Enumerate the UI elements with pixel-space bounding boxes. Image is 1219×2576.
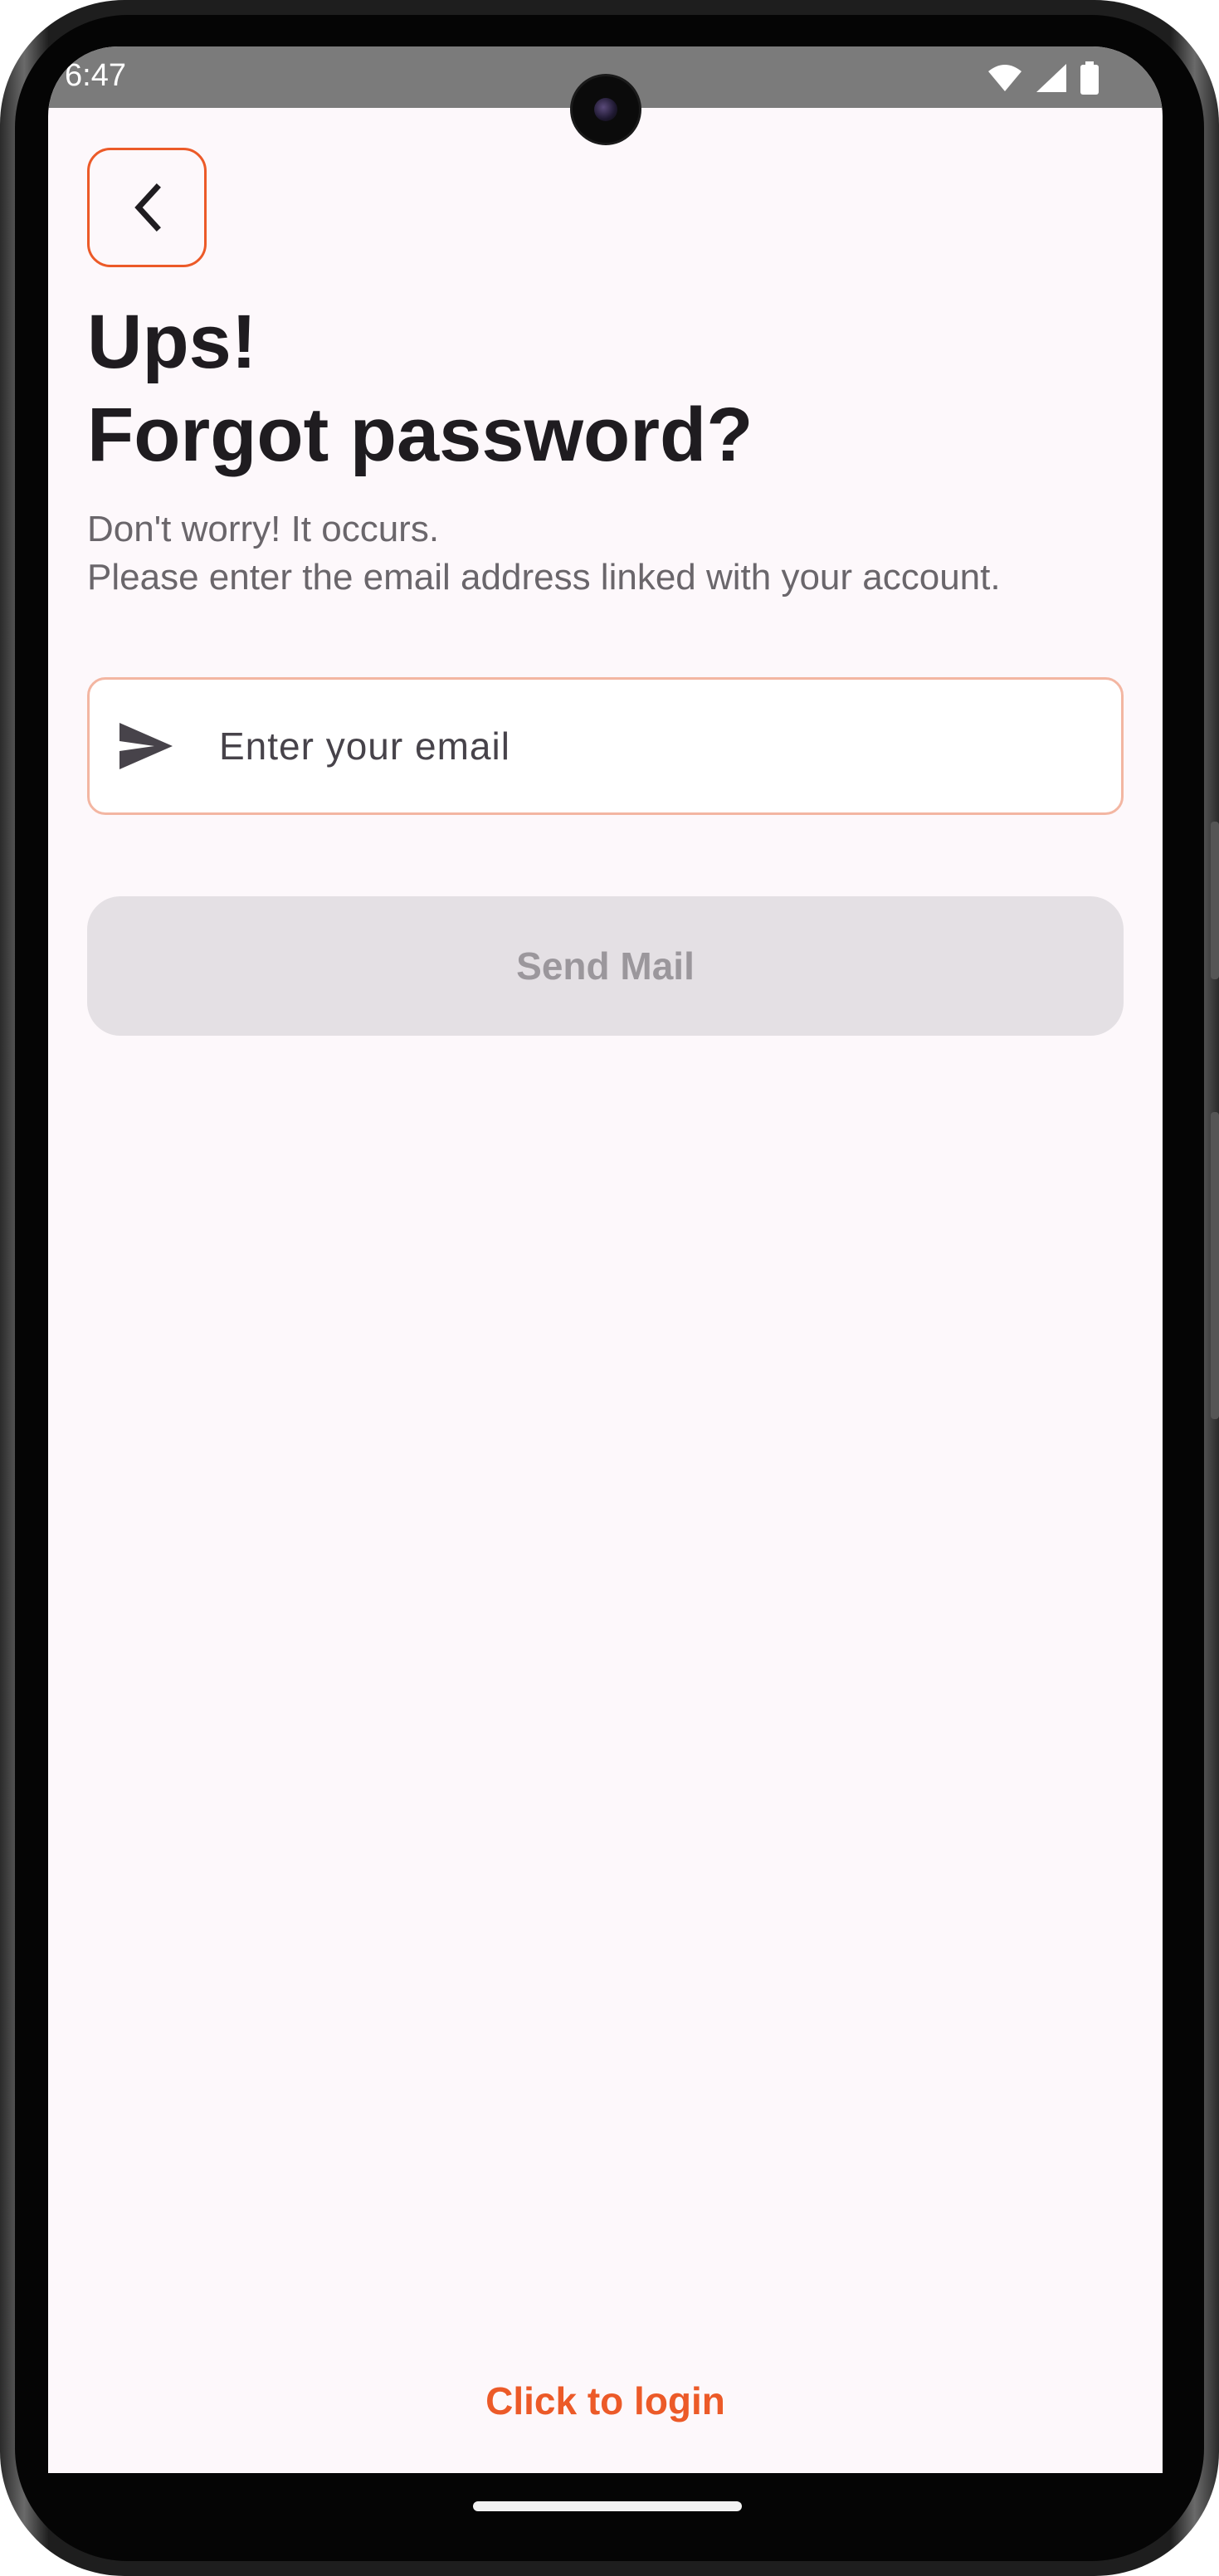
app-screen: 6:47 Ups! Forgot password? Don't worry! … — [48, 46, 1163, 2473]
subtitle-line-1: Don't worry! It occurs. — [87, 509, 440, 549]
send-mail-button[interactable]: Send Mail — [87, 896, 1124, 1036]
battery-icon — [1080, 61, 1099, 95]
phone-frame: 6:47 Ups! Forgot password? Don't worry! … — [0, 0, 1219, 2576]
cellular-signal-icon — [1036, 64, 1066, 92]
status-icons — [987, 61, 1100, 95]
send-icon — [119, 723, 173, 769]
email-input[interactable] — [219, 713, 1099, 779]
volume-button — [1211, 822, 1219, 979]
page-title: Ups! Forgot password? — [87, 295, 753, 481]
front-camera — [573, 76, 639, 143]
page-subtitle: Don't worry! It occurs. Please enter the… — [87, 505, 1001, 602]
navigation-bar — [48, 2473, 1163, 2564]
back-button[interactable] — [87, 148, 207, 267]
status-time: 6:47 — [65, 58, 126, 93]
login-link[interactable]: Click to login — [48, 2378, 1163, 2423]
subtitle-line-2: Please enter the email address linked wi… — [87, 557, 1001, 598]
power-button — [1211, 1112, 1219, 1419]
title-line-2: Forgot password? — [87, 393, 753, 477]
title-line-1: Ups! — [87, 300, 257, 384]
home-gesture-handle[interactable] — [473, 2501, 742, 2511]
wifi-icon — [988, 65, 1022, 91]
email-field[interactable] — [87, 677, 1124, 815]
chevron-left-icon — [134, 183, 161, 232]
